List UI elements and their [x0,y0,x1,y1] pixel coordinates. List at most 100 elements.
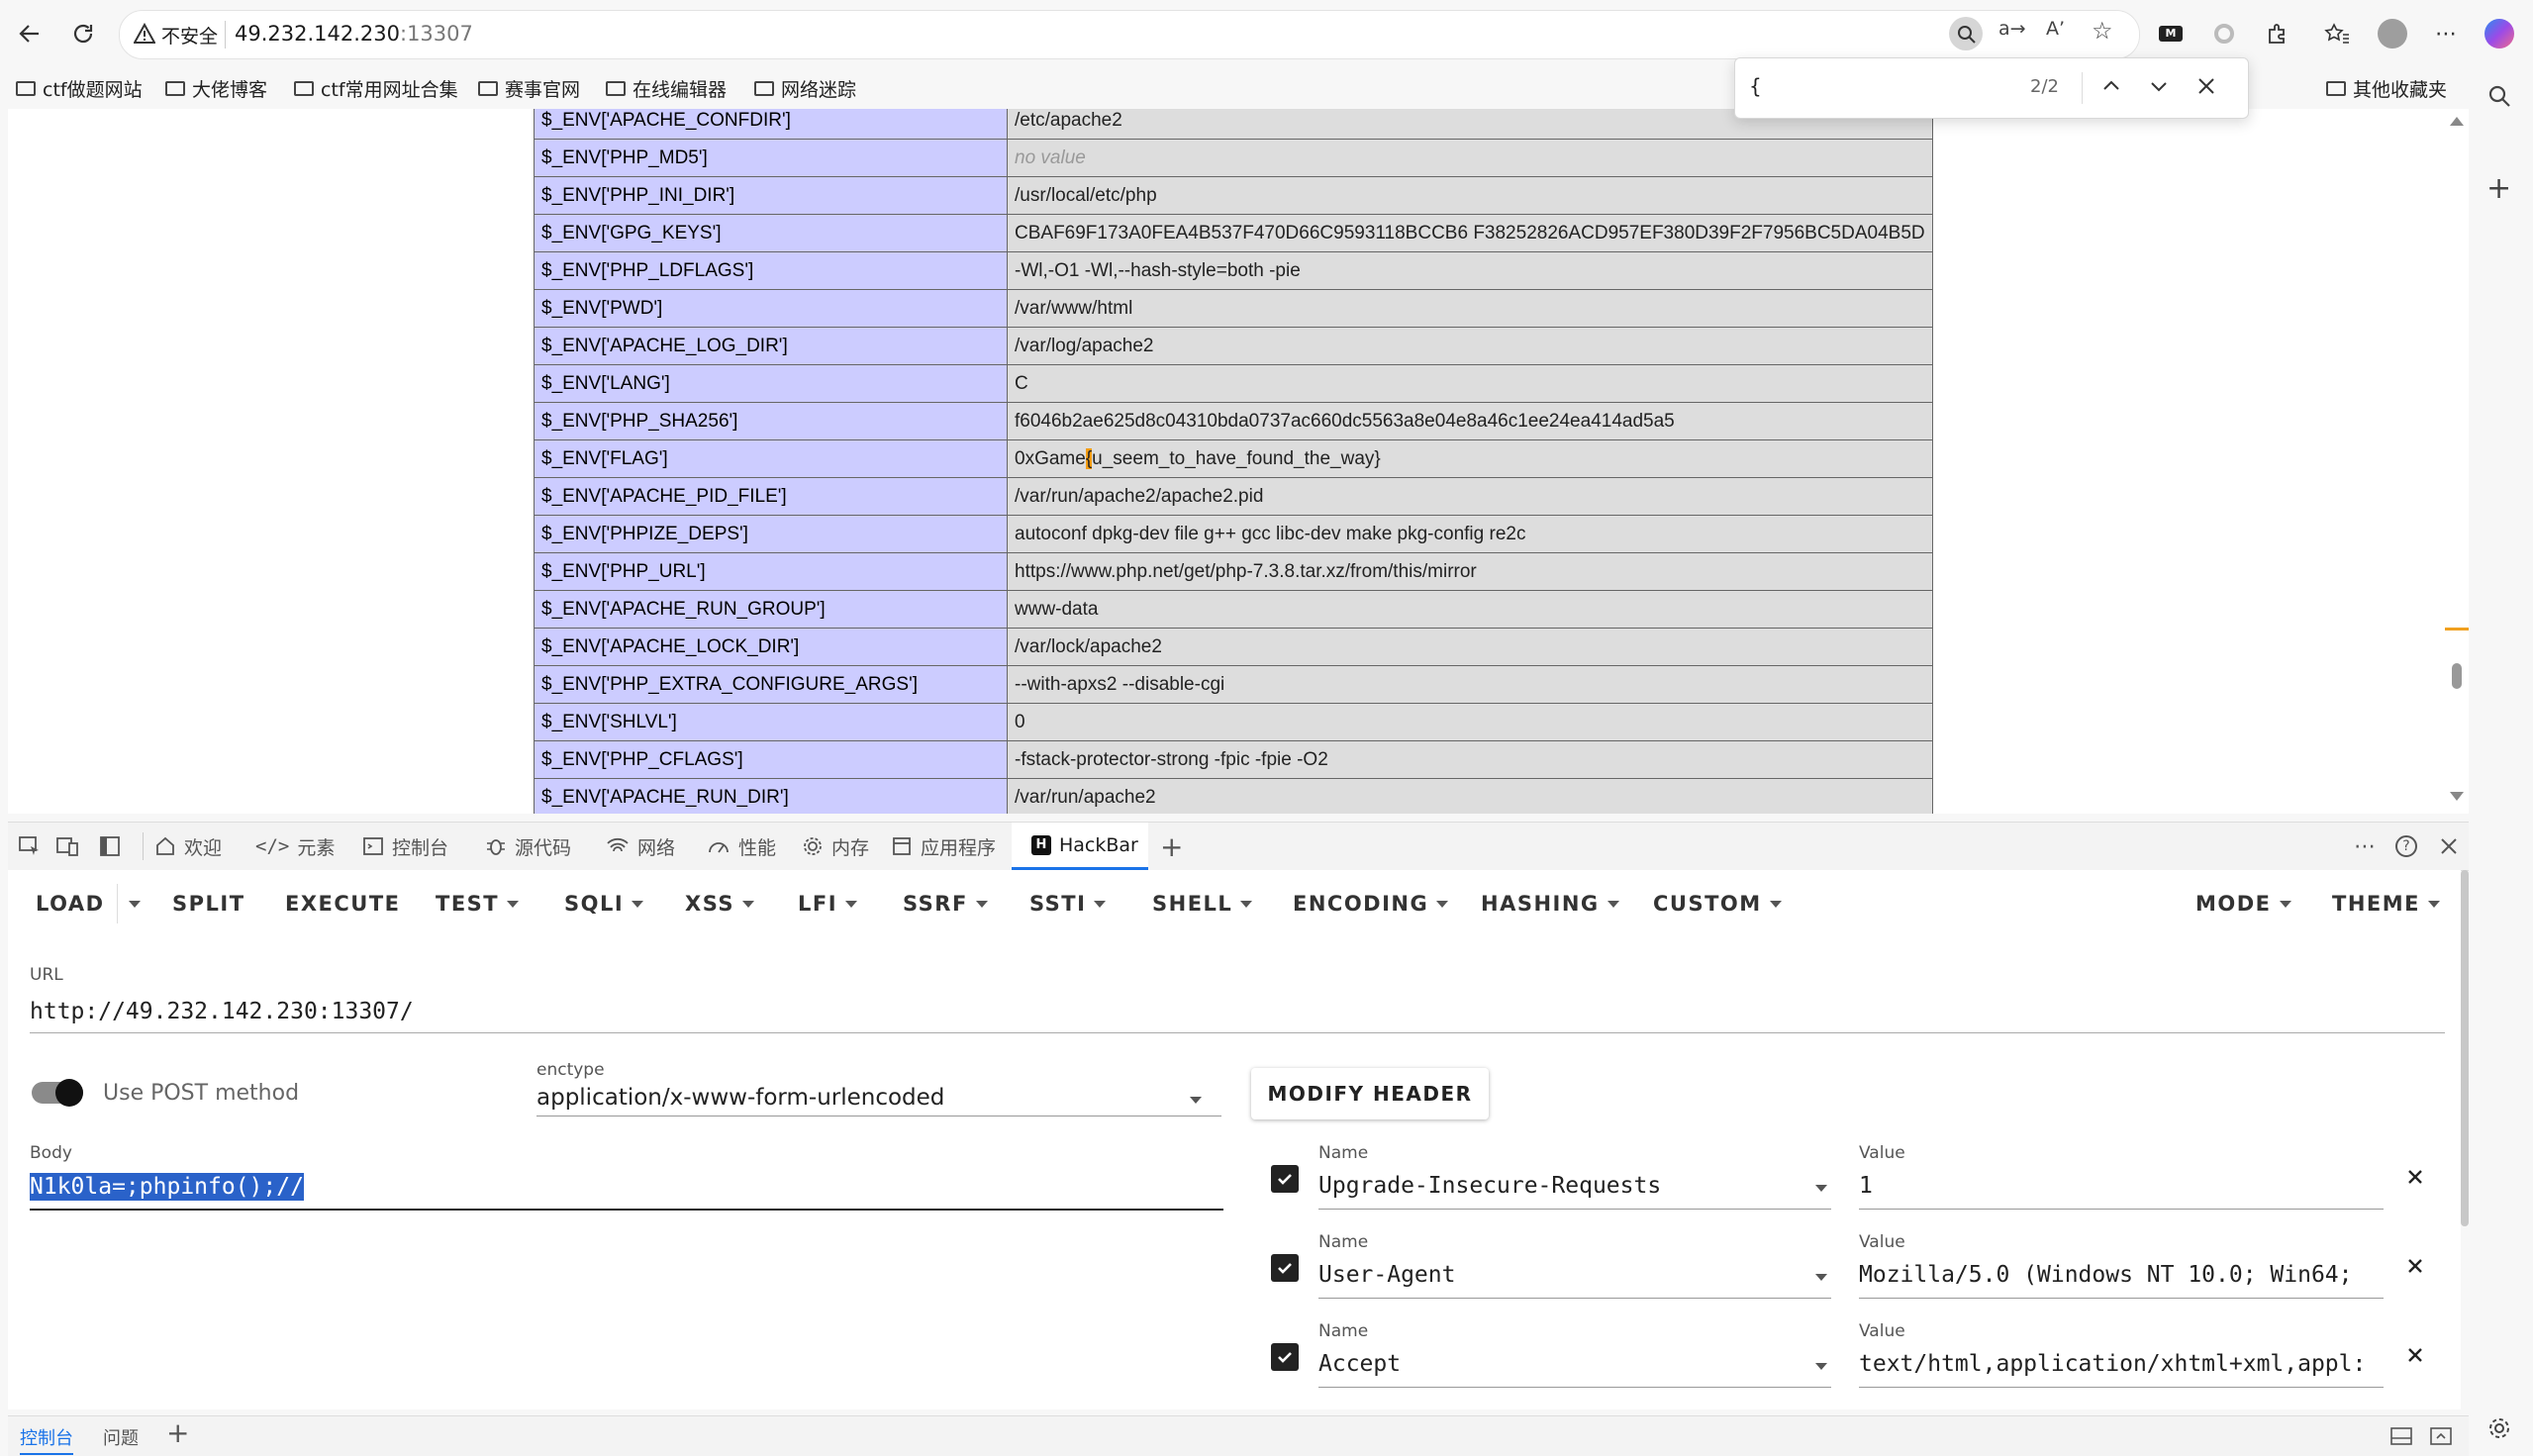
scroll-thumb[interactable] [2452,663,2462,689]
xss-menu[interactable]: XSS [685,892,754,916]
mode-menu[interactable]: MODE [2195,892,2291,916]
tab-hackbar[interactable]: H HackBar [1012,823,1148,870]
execute-button[interactable]: EXECUTE [285,892,401,916]
folder-icon [606,80,626,96]
body-input[interactable]: N1k0la=;phpinfo();// [30,1173,304,1201]
header-name-input[interactable]: Upgrade-Insecure-Requests [1318,1173,1661,1199]
extensions-puzzle-icon[interactable] [2261,17,2294,50]
more-menu-icon[interactable]: ⋯ [2429,17,2463,50]
device-emulation-icon[interactable] [55,823,79,870]
favorite-star-icon[interactable]: ☆ [2092,17,2113,45]
caret-down-icon[interactable] [1815,1185,1827,1192]
close-devtools-icon[interactable] [2439,823,2459,870]
back-arrow-icon [19,25,39,43]
profile-avatar-icon[interactable] [2376,17,2409,50]
caret-down-icon[interactable] [1815,1274,1827,1281]
bookmark-folder[interactable]: ctf做题网站 [16,71,143,105]
favorites-icon[interactable] [2320,17,2354,50]
header-value-input[interactable]: 1 [1859,1173,1873,1199]
chevron-up-icon[interactable] [2099,74,2123,98]
security-label[interactable]: 不安全 [161,22,218,49]
header-name-input[interactable]: User-Agent [1318,1262,1455,1288]
tab-performance[interactable]: 性能 [707,823,776,870]
post-toggle[interactable] [32,1079,83,1107]
other-bookmarks-folder[interactable]: 其他收藏夹 [2326,71,2447,105]
tab-welcome[interactable]: 欢迎 [154,823,222,870]
add-drawer-tab-icon[interactable]: + [166,1416,189,1449]
bookmark-folder[interactable]: ctf常用网址合集 [294,71,458,105]
load-dropdown-caret-icon[interactable] [129,901,141,908]
back-button[interactable] [8,12,51,55]
custom-menu[interactable]: CUSTOM [1653,892,1782,916]
read-aloud-icon[interactable]: A’ [2046,18,2065,40]
close-icon[interactable] [2194,74,2218,98]
sqli-menu[interactable]: SQLI [564,892,644,916]
theme-menu[interactable]: THEME [2332,892,2440,916]
drawer-tab-issues[interactable]: 问题 [103,1424,139,1450]
test-menu[interactable]: TEST [436,892,520,916]
reload-button[interactable] [61,12,105,55]
tab-memory[interactable]: 内存 [802,823,869,870]
shell-menu[interactable]: SHELL [1152,892,1253,916]
ssti-menu[interactable]: SSTI [1029,892,1107,916]
header-value-input[interactable]: Mozilla/5.0 (Windows NT 10.0; Win64; [1859,1262,2384,1288]
dock-to-bottom-icon[interactable] [2389,1426,2413,1446]
lfi-menu[interactable]: LFI [798,892,858,916]
expand-drawer-icon[interactable] [2429,1426,2453,1446]
env-key: $_ENV['PHP_MD5'] [534,139,1008,177]
tab-elements[interactable]: </> 元素 [255,823,335,870]
remove-header-close-icon[interactable] [2405,1256,2425,1276]
load-button[interactable]: LOAD [36,892,105,916]
dock-side-icon[interactable] [99,823,121,870]
encoding-menu[interactable]: ENCODING [1293,892,1449,916]
header-value-input[interactable]: text/html,application/xhtml+xml,appl: [1859,1351,2384,1377]
extension-circle-icon[interactable] [2207,17,2241,50]
bookmark-folder[interactable]: 赛事官网 [478,71,580,105]
folder-icon [478,80,498,96]
chevron-down-icon[interactable] [2147,74,2171,98]
scroll-down-arrow-icon[interactable] [2450,792,2464,801]
remove-header-close-icon[interactable] [2405,1345,2425,1365]
tab-application[interactable]: 应用程序 [891,823,996,870]
add-tab-icon[interactable]: + [1160,823,1183,870]
translate-icon[interactable]: a→ [1998,18,2026,40]
tab-console[interactable]: 控制台 [362,823,448,870]
help-icon[interactable]: ? [2395,823,2417,870]
caret-down-icon[interactable] [1815,1363,1827,1370]
add-icon[interactable]: + [2486,174,2511,204]
header-checkbox[interactable] [1271,1165,1299,1193]
value-label: Value [1859,1321,1905,1341]
scroll-up-arrow-icon[interactable] [2450,117,2464,126]
drawer-tab-console[interactable]: 控制台 [20,1424,73,1455]
bookmark-label: 网络迷踪 [781,78,857,101]
enctype-select[interactable]: application/x-www-form-urlencoded [536,1085,944,1111]
address-bar[interactable]: 不安全 49.232.142.230:13307 a→ A’ ☆ [119,10,2140,59]
ssrf-menu[interactable]: SSRF [903,892,988,916]
remove-header-close-icon[interactable] [2405,1167,2425,1187]
find-input[interactable]: { [1749,74,1762,98]
more-options-icon[interactable]: ⋯ [2354,823,2376,870]
settings-gear-icon[interactable] [2486,1415,2512,1441]
tab-network[interactable]: 网络 [606,823,675,870]
bookmark-folder[interactable]: 在线编辑器 [606,71,727,105]
header-checkbox[interactable] [1271,1343,1299,1371]
tab-sources[interactable]: 源代码 [485,823,571,870]
search-icon[interactable] [2486,83,2512,109]
divider [225,21,226,49]
header-checkbox[interactable] [1271,1254,1299,1282]
find-in-page-icon[interactable] [1949,17,1983,50]
bookmark-folder[interactable]: 大佬博客 [165,71,267,105]
split-button[interactable]: SPLIT [172,892,245,916]
hashing-menu[interactable]: HASHING [1481,892,1619,916]
inspect-icon[interactable] [18,823,42,870]
header-name-input[interactable]: Accept [1318,1351,1401,1377]
page-scrollbar[interactable] [2445,109,2469,814]
extension-m-icon[interactable]: M [2154,17,2188,50]
url-input[interactable]: http://49.232.142.230:13307/ [30,999,414,1024]
copilot-icon[interactable] [2483,17,2516,50]
modify-header-button[interactable]: MODIFY HEADER [1251,1068,1489,1119]
chevron-down-icon[interactable] [1190,1097,1202,1104]
hackbar-scrollbar[interactable] [2461,870,2469,1226]
env-row: $_ENV['PHP_INI_DIR']/usr/local/etc/php [534,176,1933,215]
bookmark-folder[interactable]: 网络迷踪 [754,71,856,105]
